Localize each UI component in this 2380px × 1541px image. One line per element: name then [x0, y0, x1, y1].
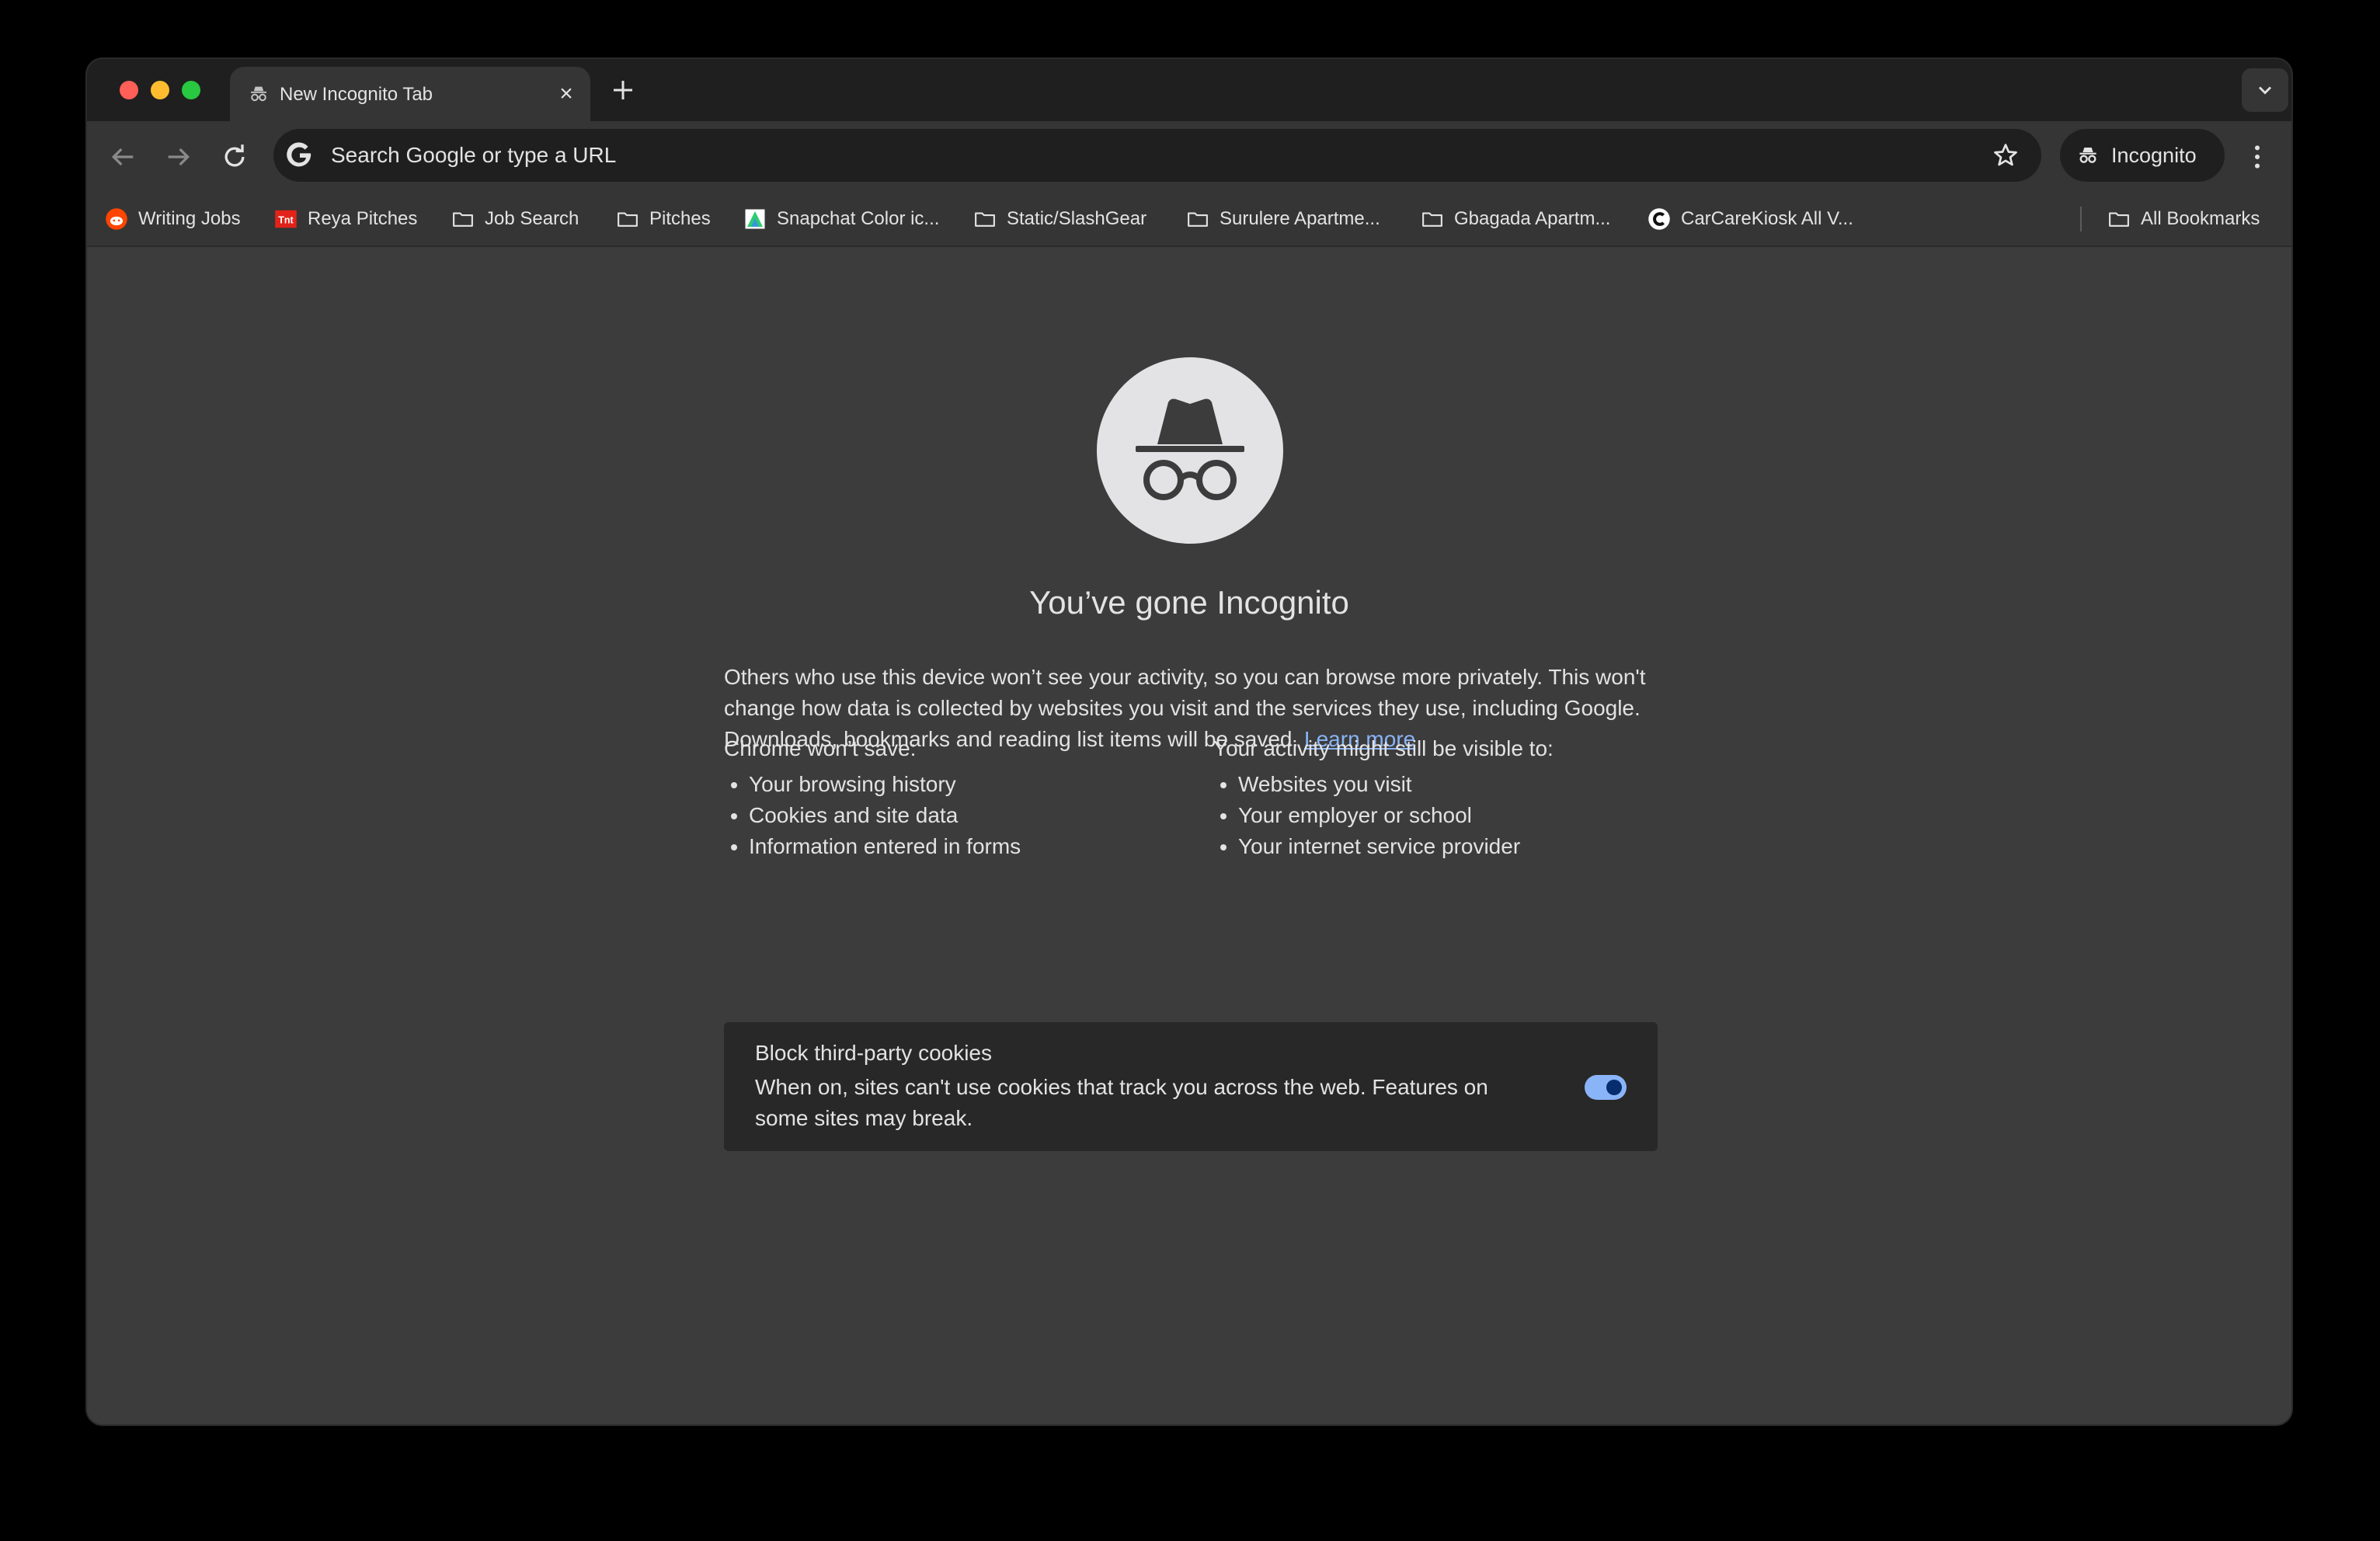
bookmark-label: Writing Jobs — [138, 208, 241, 229]
minimize-window-button[interactable] — [151, 81, 169, 99]
bookmark-star-icon[interactable] — [1992, 141, 2020, 169]
reload-icon[interactable] — [219, 141, 250, 172]
toolbar: Search Google or type a URL Incognito — [87, 121, 2291, 193]
svg-text:Tnt: Tnt — [278, 215, 294, 226]
list-item: Your internet service provider — [1238, 831, 1679, 862]
bookmark-writing-jobs[interactable]: Writing Jobs — [104, 205, 241, 233]
toggle-knob — [1606, 1080, 1622, 1095]
cookies-card-title: Block third-party cookies — [755, 1041, 993, 1065]
bookmarks-separator — [2080, 207, 2082, 231]
incognito-ntp: You’ve gone Incognito Others who use thi… — [87, 247, 2291, 1424]
incognito-hero-icon — [1097, 357, 1283, 544]
chevron-down-icon — [2259, 86, 2271, 95]
folder-icon — [615, 207, 640, 231]
incognito-profile-button[interactable]: Incognito — [2060, 129, 2225, 182]
block-cookies-toggle[interactable] — [1585, 1075, 1627, 1100]
incognito-icon — [251, 86, 266, 102]
new-tab-plus-icon[interactable] — [609, 76, 637, 104]
address-input-placeholder[interactable]: Search Google or type a URL — [331, 143, 616, 168]
bookmark-label: Job Search — [485, 208, 579, 229]
bookmark-surulere-apartments[interactable]: Surulere Apartme... — [1185, 205, 1380, 233]
bookmark-label: Pitches — [649, 208, 711, 229]
close-tab-icon[interactable]: × — [553, 81, 579, 107]
list-item: Your employer or school — [1238, 800, 1679, 831]
all-bookmarks-button[interactable]: All Bookmarks — [2107, 205, 2260, 233]
incognito-label: Incognito — [2111, 144, 2197, 167]
bookmark-label: Gbagada Apartm... — [1454, 208, 1611, 229]
wont-save-list: Chrome won’t save: Your browsing history… — [724, 733, 1190, 862]
bookmark-carcarekiosk[interactable]: CarCareKiosk All V... — [1647, 205, 1853, 233]
back-arrow-icon[interactable] — [107, 141, 138, 172]
cookies-card-description: When on, sites can't use cookies that tr… — [755, 1075, 1488, 1130]
bookmark-label: Surulere Apartme... — [1220, 208, 1380, 229]
tab-new-incognito[interactable]: New Incognito Tab × — [230, 67, 590, 121]
folder-icon — [1420, 207, 1445, 231]
bookmark-snapchat-color[interactable]: Snapchat Color ic... — [743, 205, 939, 233]
kebab-menu-icon[interactable] — [2242, 141, 2273, 172]
folder-icon — [2107, 207, 2131, 231]
address-bar[interactable]: Search Google or type a URL — [273, 129, 2041, 182]
still-visible-title: Your activity might still be visible to: — [1213, 736, 1554, 760]
reddit-icon — [104, 207, 129, 231]
list-item: Your browsing history — [749, 769, 1190, 800]
snapchat-favicon — [743, 207, 767, 231]
bookmark-static-slashgear[interactable]: Static/SlashGear — [973, 205, 1147, 233]
tab-title: New Incognito Tab — [280, 84, 433, 105]
carcarekiosk-favicon — [1647, 207, 1672, 231]
tab-search-button[interactable] — [2242, 68, 2288, 112]
page-title: You’ve gone Incognito — [1029, 584, 1349, 621]
bookmark-label: Reya Pitches — [308, 208, 418, 229]
bookmark-label: Snapchat Color ic... — [777, 208, 940, 229]
forward-arrow-icon[interactable] — [163, 141, 194, 172]
folder-icon — [973, 207, 997, 231]
close-window-button[interactable] — [120, 81, 138, 99]
bookmark-gbagada-apartments[interactable]: Gbagada Apartm... — [1420, 205, 1610, 233]
list-item: Websites you visit — [1238, 769, 1679, 800]
bookmarks-bar: Writing Jobs Tnt Reya Pitches Job Search… — [87, 193, 2291, 247]
bookmark-pitches[interactable]: Pitches — [615, 205, 711, 233]
folder-icon — [451, 207, 475, 231]
list-item: Information entered in forms — [749, 831, 1190, 862]
third-party-cookies-card: Block third-party cookies When on, sites… — [724, 1022, 1658, 1151]
tnt-favicon: Tnt — [273, 207, 298, 231]
still-visible-list: Your activity might still be visible to:… — [1213, 733, 1679, 862]
bookmark-label: Static/SlashGear — [1007, 208, 1147, 229]
folder-icon — [1185, 207, 1210, 231]
maximize-window-button[interactable] — [182, 81, 200, 99]
bookmark-label: CarCareKiosk All V... — [1681, 208, 1853, 229]
google-g-icon — [287, 142, 311, 167]
bookmark-reya-pitches[interactable]: Tnt Reya Pitches — [273, 205, 417, 233]
tab-strip: New Incognito Tab × — [87, 59, 2291, 121]
bookmark-job-search[interactable]: Job Search — [451, 205, 579, 233]
browser-window: New Incognito Tab × Search Google or typ… — [87, 59, 2291, 1424]
list-item: Cookies and site data — [749, 800, 1190, 831]
all-bookmarks-label: All Bookmarks — [2141, 208, 2260, 229]
wont-save-title: Chrome won’t save: — [724, 736, 917, 760]
incognito-icon — [2079, 148, 2096, 163]
